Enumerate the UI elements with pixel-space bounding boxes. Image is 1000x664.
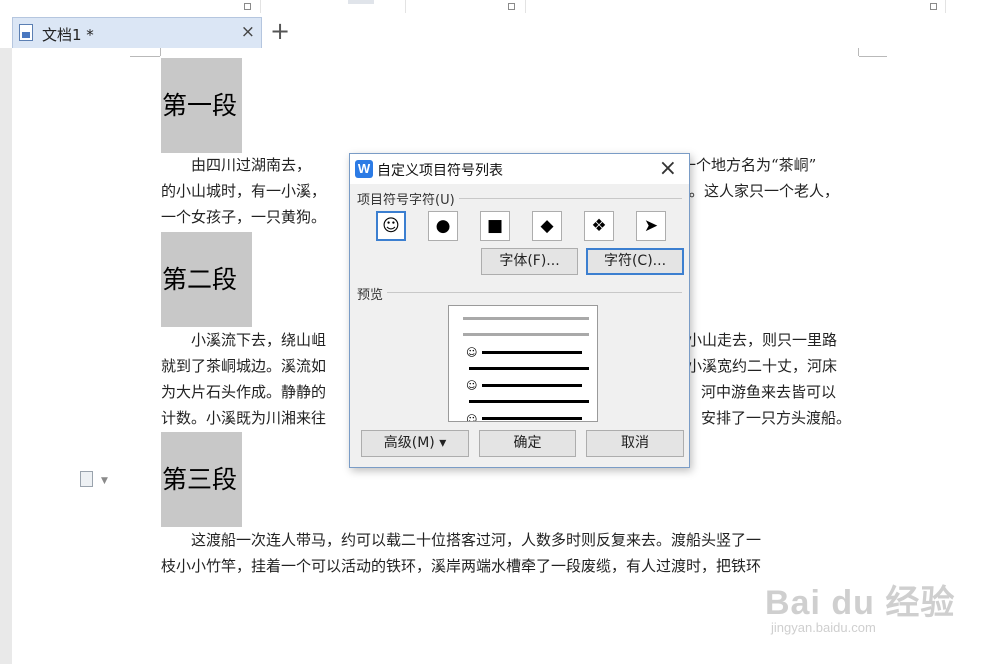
new-tab-button[interactable]: +	[270, 18, 290, 44]
ok-button[interactable]: 确定	[479, 430, 576, 457]
diamond-icon: ◆	[540, 216, 554, 236]
four-diamond-icon: ❖	[591, 216, 607, 236]
dialog-close-icon[interactable]: ×	[659, 156, 677, 181]
paragraph-note-icon[interactable]	[80, 471, 93, 487]
cancel-button[interactable]: 取消	[586, 430, 684, 457]
text-fragment: 计数。小溪既为川湘来往	[161, 409, 327, 427]
text-fragment: 枝小小竹竿，挂着一个可以活动的铁环，溪岸两端水槽牵了一段废缆，有人过渡时，把铁环	[161, 557, 762, 575]
page-corner-mark	[130, 48, 160, 57]
preview-line	[463, 317, 589, 320]
preview-label: 预览	[357, 284, 388, 303]
square-icon: ■	[486, 216, 504, 236]
text-fragment: 这渡船一次连人带马，约可以载二十位搭客过河，人数多时则反复来去。渡船头竖了一	[161, 531, 762, 549]
tab-close-icon[interactable]: ×	[241, 22, 255, 42]
bullet-symbol-square[interactable]: ■	[480, 211, 510, 241]
ruler-marker[interactable]	[508, 3, 515, 10]
group-divider	[358, 292, 682, 293]
document-icon	[19, 24, 33, 41]
text-fragment: 小溪流下去，绕山岨	[161, 331, 327, 349]
page-corner-mark	[859, 55, 887, 57]
chevron-down-icon[interactable]: ▼	[101, 476, 108, 486]
advanced-button[interactable]: 高级(M) ▾	[361, 430, 469, 457]
paragraph-3[interactable]: 这渡船一次连人带马，约可以载二十位搭客过河，人数多时则反复来去。渡船头竖了一 枝…	[161, 527, 861, 579]
preview-bullet-icon: ☺	[466, 346, 478, 359]
preview-line	[482, 351, 582, 354]
text-line: 这渡船一次连人带马，约可以载二十位搭客过河，人数多时则反复来去。渡船头竖了一	[161, 527, 861, 553]
bullet-symbol-four-diamond[interactable]: ❖	[584, 211, 614, 241]
custom-bullet-dialog[interactable]: W 自定义项目符号列表 × 项目符号字符(U) ☺ ● ■ ◆ ❖ ➤ 字体(F…	[349, 153, 690, 468]
text-fragment: 小溪宽约二十丈，河床	[687, 357, 838, 375]
character-button[interactable]: 字符(C)...	[586, 248, 684, 275]
text-fragment: 一个地方名为“茶峒”	[681, 156, 817, 174]
watermark-url: jingyan.baidu.com	[771, 620, 876, 635]
preview-bullet-icon: ☺	[466, 379, 478, 392]
text-fragment: 。这人家只一个老人，	[689, 182, 840, 200]
text-fragment: 由四川过湖南去，	[161, 156, 312, 174]
font-button[interactable]: 字体(F)...	[481, 248, 578, 275]
preview-line	[469, 400, 589, 403]
bullet-symbol-diamond[interactable]: ◆	[532, 211, 562, 241]
ruler-segment	[525, 0, 946, 13]
watermark-brand: Bai du 经验	[765, 584, 956, 622]
circle-icon: ●	[435, 216, 451, 236]
symbol-group-label: 项目符号字符(U)	[357, 189, 459, 208]
dialog-title: 自定义项目符号列表	[377, 163, 503, 179]
top-ruler	[0, 0, 1000, 14]
heading-3[interactable]: 第三段	[161, 432, 242, 527]
bullet-preview: ☺ ☺ ☺	[448, 305, 598, 422]
left-gutter	[0, 48, 12, 664]
bullet-symbol-circle[interactable]: ●	[428, 211, 458, 241]
text-fragment: 一个女孩子，一只黄狗。	[161, 208, 327, 226]
wps-writer-icon: W	[355, 160, 373, 178]
bullet-symbol-arrow[interactable]: ➤	[636, 211, 666, 241]
ruler-segment	[260, 0, 406, 13]
dialog-titlebar[interactable]: W 自定义项目符号列表 ×	[350, 154, 689, 184]
page-corner-mark	[159, 48, 161, 56]
text-fragment: 的小山城时，有一小溪，	[161, 182, 327, 200]
text-fragment: 就到了茶峒城边。溪流如	[161, 357, 327, 375]
preview-line	[482, 384, 582, 387]
text-fragment: 河中游鱼来去皆可以	[701, 383, 837, 401]
smiley-icon: ☺	[382, 216, 400, 236]
text-line: 枝小小竹竿，挂着一个可以活动的铁环，溪岸两端水槽牵了一段废缆，有人过渡时，把铁环	[161, 553, 861, 579]
preview-line	[469, 367, 589, 370]
text-fragment: 安排了一只方头渡船。	[701, 409, 852, 427]
arrow-icon: ➤	[643, 216, 659, 236]
heading-2[interactable]: 第二段	[161, 232, 252, 327]
tab-title: 文档1 *	[42, 26, 94, 44]
preview-line	[463, 333, 589, 336]
heading-1[interactable]: 第一段	[161, 58, 242, 153]
ruler-marker[interactable]	[930, 3, 937, 10]
preview-line	[482, 417, 582, 420]
bullet-symbol-smiley[interactable]: ☺	[376, 211, 406, 241]
text-fragment: 小山走去，则只一里路	[687, 331, 838, 349]
document-tab[interactable]: 文档1 * ×	[12, 17, 262, 48]
text-fragment: 为大片石头作成。静静的	[161, 383, 327, 401]
tab-bar: 文档1 * × +	[0, 14, 1000, 48]
ruler-marker[interactable]	[244, 3, 251, 10]
ruler-segment	[0, 0, 261, 13]
preview-bullet-icon: ☺	[466, 413, 478, 422]
